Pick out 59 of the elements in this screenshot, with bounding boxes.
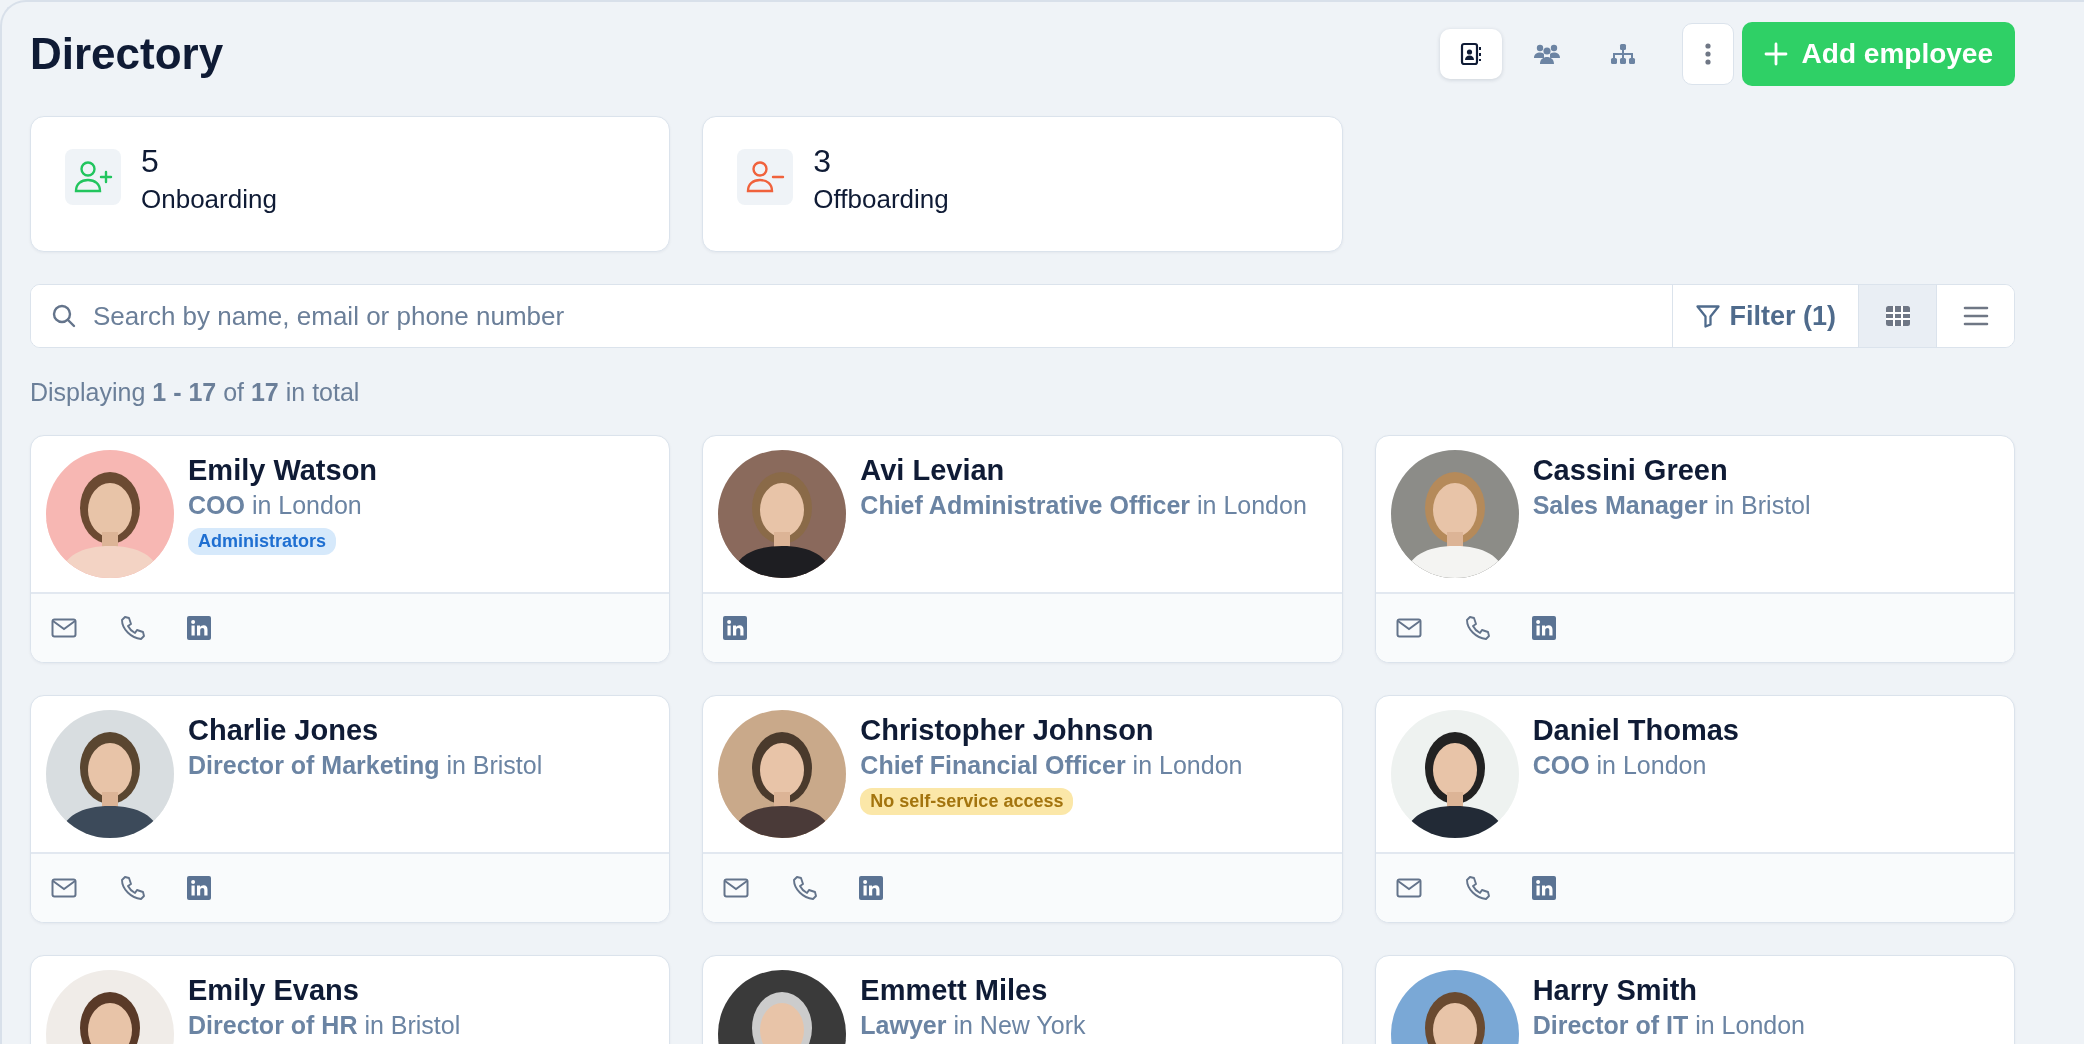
employee-card[interactable]: Cassini Green Sales Manager in Bristol	[1374, 435, 2015, 663]
employee-name: Emily Evans	[188, 974, 359, 1007]
job-title: COO in London	[1532, 751, 1707, 780]
job-title: Chief Financial Officer in London	[860, 751, 1243, 780]
phone-icon[interactable]	[119, 875, 145, 901]
employee-card[interactable]: Avi Levian Chief Administrative Officer in London	[702, 435, 1343, 663]
job-title: Chief Administrative Officer in London	[860, 491, 1307, 520]
employee-name: Christopher Johnson	[860, 714, 1154, 747]
employee-name: Daniel Thomas	[1532, 714, 1739, 747]
employee-name: Emily Watson	[188, 454, 378, 487]
phone-icon[interactable]	[119, 615, 145, 641]
people-icon	[1532, 43, 1561, 65]
vertical-dots-icon	[1704, 42, 1711, 66]
employee-card[interactable]: Daniel Thomas COO in London	[1374, 695, 2015, 923]
job-title: Director of HR in Bristol	[188, 1011, 461, 1040]
linkedin-icon[interactable]	[859, 876, 884, 900]
employee-name: Harry Smith	[1532, 974, 1698, 1007]
stat-count: 5	[141, 143, 160, 180]
employee-card[interactable]: Charlie Jones Director of Marketing in Bristol	[30, 695, 671, 923]
plus-icon	[1763, 42, 1788, 66]
employee-name: Avi Levian	[860, 454, 1005, 487]
phone-icon[interactable]	[791, 875, 818, 901]
stat-label: Offboarding	[813, 184, 949, 215]
email-icon[interactable]	[51, 877, 77, 899]
job-title: Sales Manager in Bristol	[1532, 491, 1811, 520]
email-icon[interactable]	[1395, 877, 1422, 899]
email-icon[interactable]	[1395, 617, 1422, 639]
stat-count: 3	[813, 143, 833, 180]
employee-name: Cassini Green	[1532, 454, 1728, 487]
employee-card[interactable]: Emmett Miles Lawyer in New York	[702, 955, 1343, 1044]
email-icon[interactable]	[51, 617, 77, 639]
email-icon[interactable]	[723, 877, 750, 899]
results-summary: Displaying 1 - 17 of 17 in total	[30, 378, 361, 407]
org-chart-icon	[1609, 43, 1636, 65]
linkedin-icon[interactable]	[723, 616, 748, 640]
employee-card[interactable]: Emily Watson COO in London Administrators	[30, 435, 671, 663]
phone-icon[interactable]	[1463, 875, 1490, 901]
employee-card[interactable]: Christopher Johnson Chief Financial Officer in London No self-service access	[702, 695, 1343, 923]
phone-icon[interactable]	[1463, 615, 1490, 641]
employee-card[interactable]: Emily Evans Director of HR in Bristol	[30, 955, 671, 1044]
linkedin-icon[interactable]	[187, 876, 211, 900]
job-title: Director of Marketing in Bristol	[188, 751, 543, 780]
linkedin-icon[interactable]	[187, 616, 211, 640]
employee-card[interactable]: Harry Smith Director of IT in London	[1374, 955, 2015, 1044]
contact-book-button[interactable]	[1439, 29, 1502, 79]
stat-label: Onboarding	[141, 184, 277, 215]
job-title: Director of IT in London	[1532, 1011, 1805, 1040]
job-title: Lawyer in New York	[860, 1011, 1086, 1040]
employee-name: Emmett Miles	[860, 974, 1048, 1007]
linkedin-icon[interactable]	[1531, 616, 1556, 640]
contact-book-icon	[1459, 42, 1482, 66]
job-title: COO in London	[188, 491, 362, 520]
user-minus-icon	[737, 149, 794, 205]
linkedin-icon[interactable]	[1531, 876, 1556, 900]
user-plus-icon	[65, 149, 121, 205]
employee-name: Charlie Jones	[188, 714, 379, 747]
role-tag: Administrators	[188, 528, 337, 555]
warning-tag: No self-service access	[860, 788, 1074, 815]
page-title: Directory	[30, 29, 224, 79]
